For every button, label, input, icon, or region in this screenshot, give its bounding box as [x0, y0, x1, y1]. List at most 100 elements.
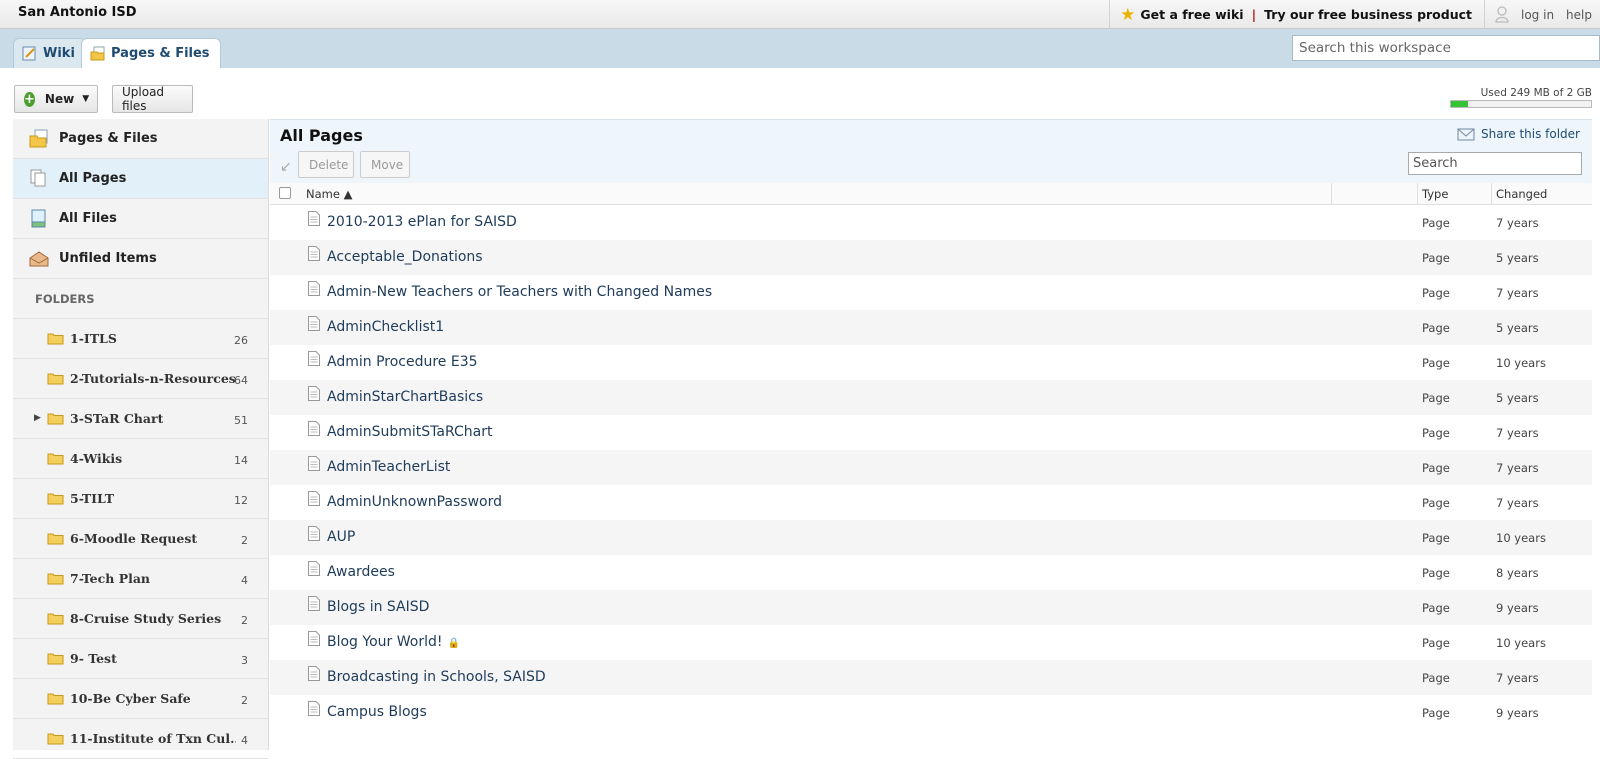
page-name: Admin Procedure E35 — [327, 354, 478, 370]
folder-count: 4 — [241, 574, 248, 587]
table-row[interactable]: Campus Blogs Page 9 years — [270, 695, 1592, 730]
sidebar-item-all-pages[interactable]: All Pages — [13, 159, 268, 199]
page-type: Page — [1422, 566, 1450, 580]
column-type[interactable]: Type — [1422, 187, 1448, 201]
table-row[interactable]: Blog Your World! 🔒 Page 10 years — [270, 625, 1592, 660]
page-name-link[interactable]: Campus Blogs — [327, 704, 427, 720]
plus-icon: + — [24, 91, 35, 107]
folder-item[interactable]: 9- Test 3 — [13, 639, 268, 679]
page-name-link[interactable]: AdminStarChartBasics — [327, 389, 483, 405]
table-row[interactable]: AdminTeacherList Page 7 years — [270, 450, 1592, 485]
table-row[interactable]: AdminSubmitSTaRChart Page 7 years — [270, 415, 1592, 450]
folder-item[interactable]: 5-TILT 12 — [13, 479, 268, 519]
folder-item[interactable]: ▶ 3-STaR Chart 51 — [13, 399, 268, 439]
user-icon — [1495, 6, 1509, 23]
folder-name: 11-Institute of Txn Cul... — [70, 731, 236, 746]
column-divider — [1417, 183, 1418, 205]
folder-item[interactable]: 1-ITLS 26 — [13, 319, 268, 359]
folder-item[interactable]: 11-Institute of Txn Cul... 4 — [13, 719, 268, 759]
get-free-wiki-link[interactable]: Get a free wiki — [1140, 7, 1243, 22]
page-name-link[interactable]: AdminSubmitSTaRChart — [327, 424, 492, 440]
column-divider — [1491, 183, 1492, 205]
move-button[interactable]: Move — [360, 151, 410, 178]
workspace-search-input[interactable] — [1292, 35, 1600, 61]
folder-search-input[interactable] — [1408, 152, 1582, 175]
page-changed: 5 years — [1496, 321, 1539, 335]
page-name: Campus Blogs — [327, 704, 427, 720]
upload-files-label: Upload files — [122, 85, 165, 113]
business-product-link[interactable]: Try our free business product — [1264, 7, 1472, 22]
login-link[interactable]: log in — [1521, 8, 1554, 22]
folder-item[interactable]: 4-Wikis 14 — [13, 439, 268, 479]
page-name-link[interactable]: AUP — [327, 529, 355, 545]
folder-icon — [47, 573, 64, 585]
page-icon — [308, 211, 320, 226]
table-row[interactable]: Admin-New Teachers or Teachers with Chan… — [270, 275, 1592, 310]
page-changed: 7 years — [1496, 461, 1539, 475]
folder-count: 4 — [241, 734, 248, 747]
page-name-link[interactable]: Broadcasting in Schools, SAISD — [327, 669, 546, 685]
folder-item[interactable]: 8-Cruise Study Series 2 — [13, 599, 268, 639]
page-name-link[interactable]: Blogs in SAISD — [327, 599, 429, 615]
page-changed: 5 years — [1496, 251, 1539, 265]
share-folder-link[interactable]: Share this folder — [1457, 127, 1580, 141]
folder-item[interactable]: 10-Be Cyber Safe 2 — [13, 679, 268, 719]
table-row[interactable]: AdminChecklist1 Page 5 years — [270, 310, 1592, 345]
column-name-sort[interactable]: Name ▲ — [306, 187, 352, 201]
folder-item[interactable]: 2-Tutorials-n-Resources 64 — [13, 359, 268, 399]
page-type: Page — [1422, 321, 1450, 335]
page-name-link[interactable]: Admin-New Teachers or Teachers with Chan… — [327, 284, 712, 300]
table-row[interactable]: AUP Page 10 years — [270, 520, 1592, 555]
folder-count: 2 — [241, 614, 248, 627]
upload-files-button[interactable]: Upload files — [112, 85, 193, 113]
link-separator: | — [1251, 7, 1257, 22]
undo-arrow-icon[interactable]: ↙ — [280, 159, 292, 175]
sidebar-item-pages-files[interactable]: Pages & Files — [13, 119, 268, 159]
column-changed[interactable]: Changed — [1496, 187, 1547, 201]
help-link[interactable]: help — [1566, 8, 1592, 22]
page-icon — [308, 421, 320, 436]
tab-pages-files[interactable]: Pages & Files — [81, 38, 221, 68]
page-changed: 8 years — [1496, 566, 1539, 580]
table-row[interactable]: Admin Procedure E35 Page 10 years — [270, 345, 1592, 380]
share-folder-label: Share this folder — [1481, 127, 1580, 141]
page-name-link[interactable]: AdminUnknownPassword — [327, 494, 502, 510]
folder-count: 26 — [234, 334, 248, 347]
folder-list: 1-ITLS 26 2-Tutorials-n-Resources 64 ▶ 3-STaR… — [13, 319, 268, 759]
main-header: All Pages Share this folder ↙ Delete Mov… — [270, 119, 1592, 183]
sidebar-item-unfiled[interactable]: Unfiled Items — [13, 239, 268, 279]
table-row[interactable]: AdminUnknownPassword Page 7 years — [270, 485, 1592, 520]
sidebar-item-label: Pages & Files — [59, 131, 158, 146]
page-name-link[interactable]: Blog Your World! 🔒 — [327, 634, 460, 650]
new-button[interactable]: + New ▼ — [14, 85, 98, 113]
table-row[interactable]: 2010-2013 ePlan for SAISD Page 7 years — [270, 205, 1592, 240]
folder-item[interactable]: 6-Moodle Request 2 — [13, 519, 268, 559]
page-name: Broadcasting in Schools, SAISD — [327, 669, 546, 685]
page-name-link[interactable]: AdminChecklist1 — [327, 319, 444, 335]
table-row[interactable]: Blogs in SAISD Page 9 years — [270, 590, 1592, 625]
page-name-link[interactable]: 2010-2013 ePlan for SAISD — [327, 214, 517, 230]
page-name-link[interactable]: Admin Procedure E35 — [327, 354, 478, 370]
delete-button[interactable]: Delete — [298, 151, 354, 178]
page-type: Page — [1422, 461, 1450, 475]
page-type: Page — [1422, 426, 1450, 440]
folder-item[interactable]: 7-Tech Plan 4 — [13, 559, 268, 599]
table-row[interactable]: AdminStarChartBasics Page 5 years — [270, 380, 1592, 415]
select-all-checkbox[interactable] — [279, 187, 291, 199]
page-name-link[interactable]: Awardees — [327, 564, 395, 580]
table-row[interactable]: Awardees Page 8 years — [270, 555, 1592, 590]
page-name-link[interactable]: Acceptable_Donations — [327, 249, 483, 265]
folder-icon — [47, 333, 64, 345]
folder-icon — [47, 533, 64, 545]
page-name-link[interactable]: AdminTeacherList — [327, 459, 450, 475]
folder-count: 3 — [241, 654, 248, 667]
page-icon — [308, 561, 320, 576]
sidebar-item-all-files[interactable]: All Files — [13, 199, 268, 239]
page-type: Page — [1422, 286, 1450, 300]
table-row[interactable]: Acceptable_Donations Page 5 years — [270, 240, 1592, 275]
folders-header: FOLDERS — [13, 279, 268, 319]
table-row[interactable]: Broadcasting in Schools, SAISD Page 7 year… — [270, 660, 1592, 695]
tab-wiki[interactable]: Wiki — [13, 38, 86, 68]
page-changed: 10 years — [1496, 531, 1546, 545]
expand-arrow-icon[interactable]: ▶ — [34, 413, 41, 423]
